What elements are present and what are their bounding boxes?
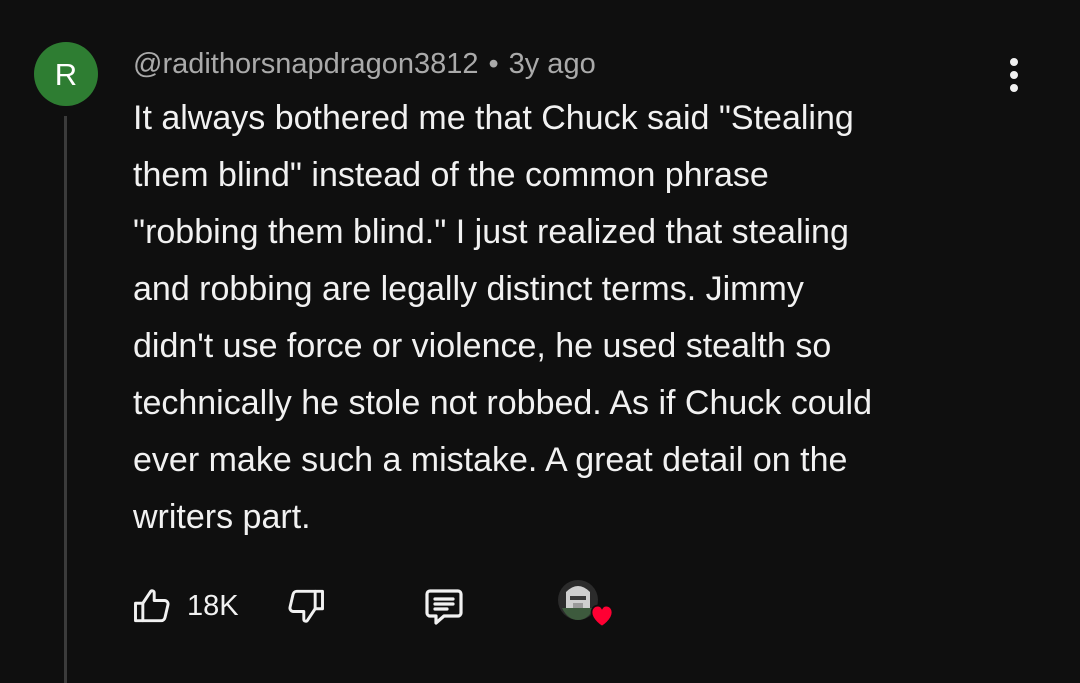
avatar-letter: R [54, 56, 78, 92]
dislike-button[interactable] [284, 582, 328, 630]
comment-text-line: them blind" instead of the common phrase [133, 156, 769, 194]
author-handle[interactable]: @radithorsnapdragon3812 [133, 48, 478, 81]
author-avatar[interactable]: R [34, 42, 98, 106]
like-button[interactable] [130, 582, 174, 630]
more-vertical-icon [1010, 58, 1018, 66]
comment-text-line: ever make such a mistake. A great detail… [133, 441, 848, 479]
reply-button[interactable] [420, 582, 468, 630]
thread-line [64, 116, 67, 683]
like-count: 18K [187, 590, 239, 622]
comment-text-line: writers part. [133, 498, 311, 536]
more-vertical-icon-dot [1010, 71, 1018, 79]
comment-action-bar: 18K [130, 580, 650, 630]
thumbs-down-icon [288, 589, 324, 623]
comment-text-line: It always bothered me that Chuck said "S… [133, 99, 854, 137]
creator-heart-badge [556, 578, 616, 634]
comment-text-line: and robbing are legally distinct terms. … [133, 270, 804, 308]
comment-header: @radithorsnapdragon3812 • 3y ago [133, 44, 596, 84]
thumbs-up-icon [134, 589, 170, 623]
reply-comment-icon [425, 589, 463, 625]
separator-dot: • [488, 47, 499, 80]
comment-timestamp[interactable]: 3y ago [509, 48, 596, 81]
comment-text-line: "robbing them blind." I just realized th… [133, 213, 849, 251]
comment-text-line: technically he stole not robbed. As if C… [133, 384, 872, 422]
comment-text: It always bothered me that Chuck said "S… [133, 90, 1023, 546]
heart-icon [590, 604, 614, 628]
comment-text-line: didn't use force or violence, he used st… [133, 327, 832, 365]
